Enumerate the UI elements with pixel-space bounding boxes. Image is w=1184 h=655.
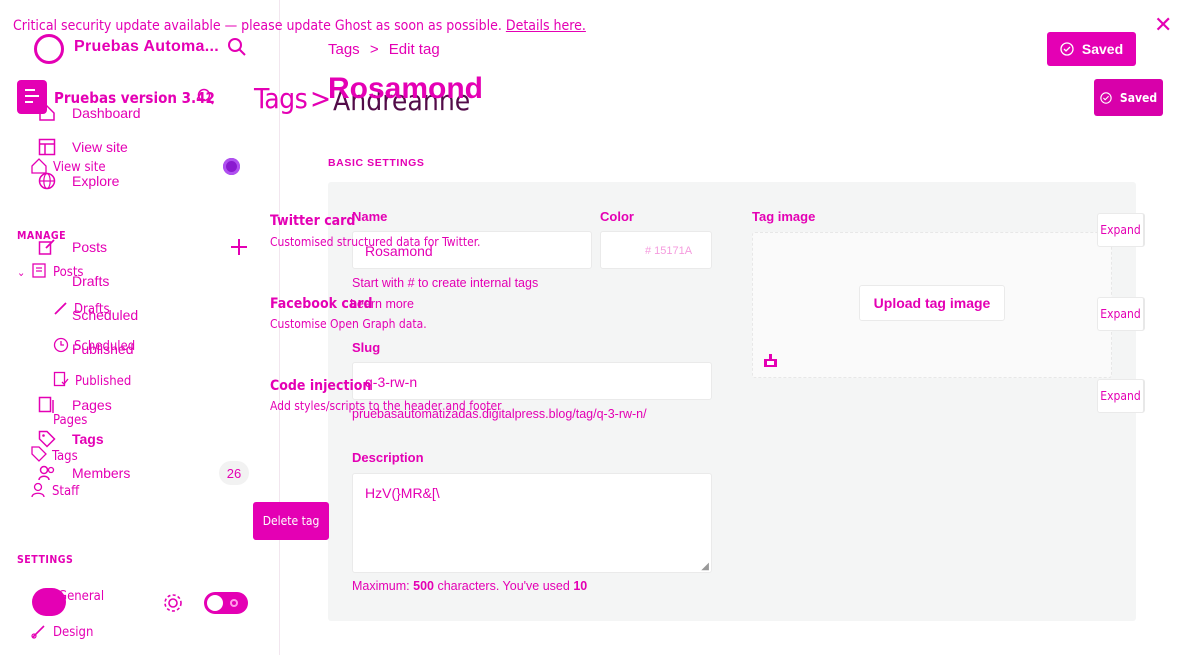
- facebook-card-expand-button[interactable]: Expand: [1097, 297, 1145, 331]
- banner-message: Critical security update available — ple…: [13, 18, 502, 34]
- nav-drafts-alt[interactable]: Drafts: [74, 302, 110, 317]
- image-icon: [764, 354, 777, 367]
- nav-design[interactable]: Design: [53, 625, 93, 640]
- home-icon: [39, 104, 55, 121]
- update-banner: Critical security update available — ple…: [13, 18, 586, 34]
- slug-label: Slug: [352, 340, 381, 355]
- basic-settings-label: BASIC SETTINGS: [328, 157, 425, 169]
- nav-staff[interactable]: Staff: [52, 484, 79, 499]
- notification-dot[interactable]: [223, 158, 240, 175]
- staff-icon: [31, 482, 45, 498]
- moon-icon: [230, 599, 238, 607]
- color-label: Color: [600, 209, 634, 224]
- members-icon: [38, 465, 55, 481]
- char-count-mid: characters. You've used: [437, 579, 570, 593]
- nav-members[interactable]: Members: [72, 465, 130, 481]
- manage-header: MANAGE: [17, 230, 67, 242]
- check-circle-icon: [1060, 42, 1074, 56]
- banner-details-link[interactable]: Details here.: [506, 18, 586, 34]
- page-title-section[interactable]: Tags: [254, 82, 308, 115]
- search-icon[interactable]: [197, 88, 215, 106]
- char-count: Maximum: 500 characters. You've used 10: [352, 579, 587, 593]
- nav-scheduled-alt[interactable]: Scheduled: [74, 339, 135, 354]
- breadcrumb-edit-tag: Edit tag: [388, 41, 440, 58]
- window-icon: [38, 138, 56, 156]
- nav-tags-alt[interactable]: Tags: [52, 449, 78, 464]
- nav-pages[interactable]: Pages: [72, 397, 112, 413]
- char-count-max: 500: [413, 579, 434, 593]
- nav-dashboard[interactable]: Dashboard: [72, 105, 141, 121]
- facebook-card-desc: Customise Open Graph data.: [270, 317, 427, 331]
- members-count-badge: 26: [219, 461, 249, 485]
- nav-posts[interactable]: Posts: [72, 239, 107, 255]
- chevron-down-icon[interactable]: ⌄: [17, 266, 25, 279]
- pencil-icon: [54, 302, 67, 315]
- twitter-card-expand-button[interactable]: Expand: [1097, 213, 1145, 247]
- dark-mode-toggle[interactable]: [204, 592, 248, 614]
- slug-input[interactable]: q-3-rw-n: [352, 362, 712, 400]
- brush-icon: [31, 625, 45, 639]
- pages-icon: [38, 396, 54, 413]
- plus-icon[interactable]: [229, 237, 249, 257]
- site-name[interactable]: Pruebas Automa...: [74, 38, 219, 56]
- search-icon[interactable]: [227, 37, 247, 57]
- nav-explore[interactable]: Explore: [72, 173, 119, 189]
- nav-general[interactable]: General: [58, 589, 104, 604]
- nav-posts-alt[interactable]: Posts: [53, 265, 84, 280]
- description-textarea[interactable]: HzV(}MR&[\ ◢: [352, 473, 712, 573]
- slug-input-value: q-3-rw-n: [365, 374, 418, 390]
- char-count-used: 10: [573, 579, 588, 593]
- breadcrumb-separator: >: [369, 41, 379, 58]
- nav-tags[interactable]: Tags: [72, 431, 104, 447]
- gear-icon[interactable]: [162, 592, 184, 614]
- code-injection-desc: Add styles/scripts to the header and foo…: [270, 399, 502, 413]
- tag-icon: [31, 446, 47, 462]
- clock-icon: [53, 337, 69, 353]
- nav-view-site-alt[interactable]: View site: [53, 160, 106, 175]
- breadcrumb-tags-link[interactable]: Tags: [328, 41, 360, 58]
- description-value: HzV(}MR&[\: [365, 485, 440, 501]
- check-circle-icon: [1100, 91, 1112, 104]
- close-icon[interactable]: ✕: [1154, 14, 1172, 36]
- color-input[interactable]: # 15171A: [600, 231, 712, 269]
- saved-button-top[interactable]: Saved: [1047, 32, 1136, 66]
- nav-pages-alt[interactable]: Pages: [53, 413, 87, 428]
- nav-view-site[interactable]: View site: [72, 139, 128, 155]
- settings-header: SETTINGS: [17, 554, 74, 566]
- description-label: Description: [352, 450, 424, 465]
- published-icon: [53, 371, 69, 387]
- saved-label: Saved: [1119, 90, 1158, 105]
- tag-image-label: Tag image: [752, 209, 816, 224]
- color-input-value: # 15171A: [645, 245, 693, 257]
- twitter-card-desc: Customised structured data for Twitter.: [270, 235, 481, 249]
- page-title-tag-name: Rosamond: [328, 72, 484, 105]
- nav-published-alt[interactable]: Published: [75, 374, 131, 389]
- facebook-card-title: Facebook card: [270, 296, 373, 312]
- toggle-knob: [207, 595, 223, 611]
- delete-tag-button[interactable]: Delete tag: [253, 502, 329, 540]
- code-injection-title: Code injection: [270, 378, 372, 394]
- site-logo[interactable]: [34, 34, 64, 64]
- name-hint: Start with # to create internal tags: [352, 276, 539, 290]
- twitter-card-title: Twitter card: [270, 213, 356, 229]
- breadcrumb: Tags > Edit tag: [328, 41, 440, 58]
- name-label: Name: [352, 209, 388, 224]
- upload-tag-image-button[interactable]: Upload tag image: [859, 285, 1005, 321]
- saved-label: Saved: [1081, 41, 1124, 57]
- resize-handle-icon[interactable]: ◢: [701, 561, 709, 572]
- home-icon: [31, 158, 47, 174]
- code-injection-expand-button[interactable]: Expand: [1097, 379, 1145, 413]
- posts-icon: [32, 263, 46, 278]
- char-count-prefix: Maximum:: [352, 579, 410, 593]
- saved-button[interactable]: Saved: [1094, 79, 1163, 116]
